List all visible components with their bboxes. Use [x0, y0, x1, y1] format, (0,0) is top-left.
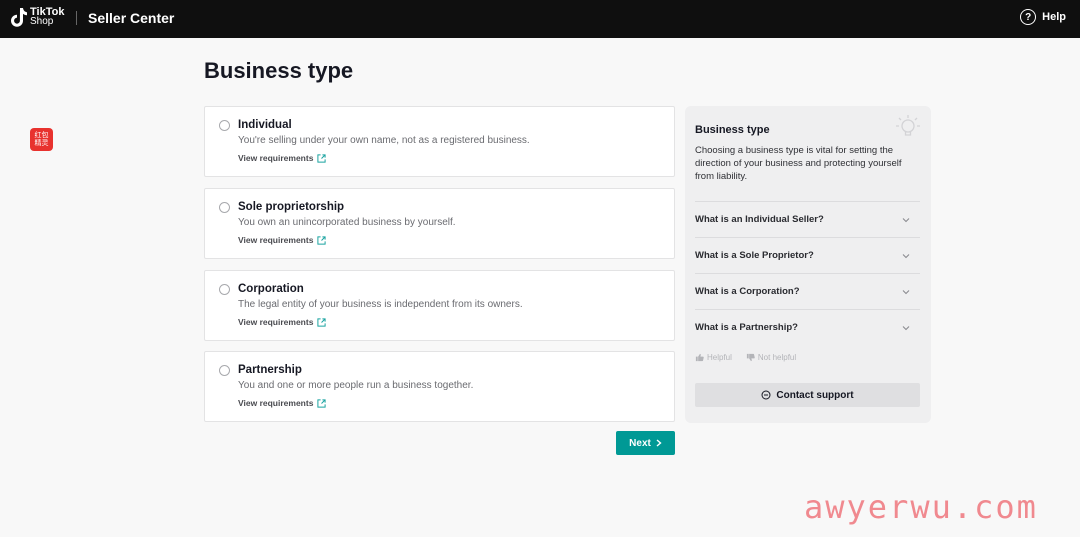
- faq-question: What is a Partnership?: [695, 322, 798, 333]
- help-label: Help: [1042, 11, 1066, 23]
- external-link-icon: [317, 153, 327, 163]
- option-title: Corporation: [238, 283, 304, 295]
- chevron-down-icon: [902, 217, 910, 222]
- option-description: You're selling under your own name, not …: [238, 135, 530, 146]
- link-label: View requirements: [238, 153, 314, 163]
- external-link-icon: [317, 317, 327, 327]
- option-partnership[interactable]: Partnership You and one or more people r…: [204, 351, 675, 422]
- option-corporation[interactable]: Corporation The legal entity of your bus…: [204, 270, 675, 341]
- panel-description: Choosing a business type is vital for se…: [695, 145, 902, 182]
- radio-button[interactable]: [219, 365, 230, 376]
- helpful-button[interactable]: Helpful: [695, 353, 732, 362]
- option-description: You and one or more people run a busines…: [238, 380, 474, 391]
- view-requirements-link[interactable]: View requirements: [238, 398, 327, 408]
- faq-question: What is a Corporation?: [695, 286, 800, 297]
- contact-support-button[interactable]: Contact support: [695, 383, 920, 407]
- badge-line-1: 红包: [34, 131, 49, 139]
- chevron-right-icon: [656, 439, 662, 447]
- faq-sole-proprietor[interactable]: What is a Sole Proprietor?: [695, 237, 920, 273]
- next-button[interactable]: Next: [616, 431, 675, 455]
- chat-bubble-icon: [761, 390, 771, 400]
- thumbs-up-icon: [695, 353, 704, 362]
- not-helpful-label: Not helpful: [757, 353, 797, 362]
- link-label: View requirements: [238, 235, 314, 245]
- option-individual[interactable]: Individual You're selling under your own…: [204, 106, 675, 177]
- app-title: Seller Center: [88, 10, 175, 26]
- chevron-down-icon: [902, 289, 910, 294]
- header-divider: [76, 11, 77, 25]
- option-title: Partnership: [238, 364, 302, 376]
- option-title: Sole proprietorship: [238, 201, 345, 213]
- panel-title: Business type: [695, 124, 770, 136]
- contact-support-label: Contact support: [776, 389, 854, 401]
- chevron-down-icon: [902, 325, 910, 330]
- external-link-icon: [317, 398, 327, 408]
- helpful-label: Helpful: [707, 353, 732, 362]
- not-helpful-button[interactable]: Not helpful: [746, 353, 796, 362]
- faq-question: What is a Sole Proprietor?: [695, 250, 814, 261]
- tiktok-shop-wordmark[interactable]: TikTok Shop: [30, 7, 64, 27]
- radio-button[interactable]: [219, 284, 230, 295]
- badge-line-2: 精灵: [34, 139, 49, 147]
- option-description: You own an unincorporated business by yo…: [238, 217, 456, 228]
- option-sole-proprietorship[interactable]: Sole proprietorship You own an unincorpo…: [204, 188, 675, 259]
- top-bar: TikTok Shop Seller Center ? Help: [0, 0, 1080, 38]
- red-packet-badge[interactable]: 红包 精灵: [30, 128, 53, 151]
- radio-button[interactable]: [219, 120, 230, 131]
- faq-question: What is an Individual Seller?: [695, 214, 824, 225]
- chevron-down-icon: [902, 253, 910, 258]
- feedback-row: Helpful Not helpful: [695, 353, 796, 362]
- link-label: View requirements: [238, 317, 314, 327]
- option-description: The legal entity of your business is ind…: [238, 299, 523, 310]
- radio-button[interactable]: [219, 202, 230, 213]
- faq-individual-seller[interactable]: What is an Individual Seller?: [695, 201, 920, 237]
- lightbulb-icon: [896, 115, 920, 136]
- view-requirements-link[interactable]: View requirements: [238, 317, 327, 327]
- option-title: Individual: [238, 119, 292, 131]
- external-link-icon: [317, 235, 327, 245]
- view-requirements-link[interactable]: View requirements: [238, 153, 327, 163]
- help-button[interactable]: ? Help: [1020, 9, 1066, 25]
- page-title: Business type: [204, 58, 354, 83]
- help-panel: Business type Choosing a business type i…: [685, 106, 931, 423]
- watermark-text: awyerwu.com: [804, 488, 1038, 526]
- tiktok-logo-icon[interactable]: [10, 7, 28, 29]
- faq-corporation[interactable]: What is a Corporation?: [695, 273, 920, 309]
- question-circle-icon: ?: [1020, 9, 1037, 25]
- view-requirements-link[interactable]: View requirements: [238, 235, 327, 245]
- next-label: Next: [629, 437, 651, 449]
- link-label: View requirements: [238, 398, 314, 408]
- thumbs-down-icon: [746, 353, 755, 362]
- faq-partnership[interactable]: What is a Partnership?: [695, 309, 920, 345]
- logo-line-2: Shop: [30, 16, 54, 27]
